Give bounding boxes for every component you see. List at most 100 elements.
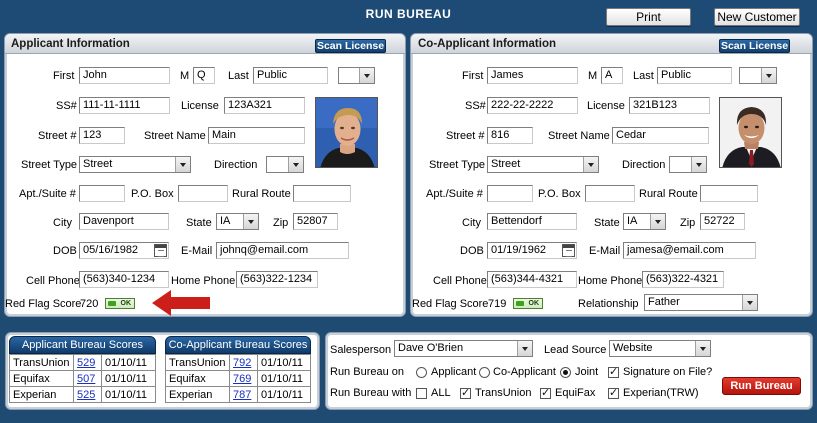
run-on-applicant-radio[interactable] [416, 367, 427, 378]
coapplicant-photo [719, 97, 782, 168]
calendar-icon[interactable] [562, 244, 575, 257]
applicant-city-input[interactable]: Davenport [79, 213, 169, 230]
first-label: First [53, 70, 75, 82]
salesperson-select[interactable]: Dave O'Brien [394, 340, 533, 357]
coapplicant-apt-input[interactable] [487, 185, 533, 202]
applicant-street-type-select[interactable]: Street [79, 156, 191, 173]
print-button[interactable]: Print [606, 8, 691, 26]
coapplicant-street-name-input[interactable]: Cedar [612, 127, 709, 144]
applicant-cell-phone-input[interactable]: (563)340-1234 [79, 271, 169, 288]
chevron-down-icon [243, 214, 258, 229]
applicant-scan-license-button[interactable]: Scan License [315, 39, 386, 53]
bureau-name: Experian [9, 386, 74, 403]
applicant-ssn-input[interactable]: 111-11-1111 [79, 97, 170, 114]
direction-label: Direction [214, 159, 258, 171]
coapplicant-po-box-input[interactable] [585, 185, 635, 202]
coapplicant-dob-input[interactable]: 01/19/1962 [487, 242, 577, 259]
salesperson-value: Dave O'Brien [398, 342, 464, 354]
salesperson-label: Salesperson [330, 344, 392, 356]
coapplicant-rural-route-input[interactable] [700, 185, 758, 202]
applicant-first-input[interactable]: John [79, 67, 170, 84]
new-customer-button[interactable]: New Customer [714, 8, 800, 26]
coapplicant-cell-phone-input[interactable]: (563)344-4321 [487, 271, 577, 288]
with-transunion-label: TransUnion [475, 387, 532, 399]
coapplicant-zip-input[interactable]: 52722 [700, 213, 745, 230]
bureau-score-link[interactable]: 529 [73, 354, 102, 371]
run-on-joint-radio[interactable] [560, 367, 571, 378]
coapplicant-street-num-input[interactable]: 816 [487, 127, 533, 144]
applicant-last-input[interactable]: Public [253, 67, 328, 84]
coapplicant-license-input[interactable]: 321B123 [629, 97, 710, 114]
table-row: TransUnion 792 01/10/11 [165, 354, 311, 371]
with-experian-checkbox[interactable] [608, 386, 619, 399]
co-street-type-label: Street Type [429, 159, 486, 171]
app-title: RUN BUREAU [365, 7, 452, 21]
lead-source-select[interactable]: Website [609, 340, 711, 357]
relationship-select[interactable]: Father [644, 294, 758, 311]
signature-checkbox[interactable] [608, 365, 619, 378]
coapplicant-first-input[interactable]: James [487, 67, 578, 84]
applicant-mi-input[interactable]: Q [193, 67, 215, 84]
applicant-red-flag-ok-badge: OK [105, 298, 135, 309]
with-transunion-checkbox[interactable] [460, 386, 471, 399]
with-all-checkbox[interactable] [416, 388, 427, 399]
applicant-email-input[interactable]: johnq@email.com [216, 242, 349, 259]
score-value[interactable]: 769 [233, 373, 251, 385]
coapplicant-mi-input[interactable]: A [601, 67, 623, 84]
applicant-red-flag-score: 720 [80, 298, 99, 310]
with-equifax-checkbox[interactable] [540, 386, 551, 399]
applicant-dob-input[interactable]: 05/16/1982 [79, 242, 169, 259]
bureau-score-link[interactable]: 769 [229, 370, 258, 387]
license-label: License [181, 100, 219, 112]
state-label: State [186, 217, 212, 229]
street-name-label: Street Name [144, 130, 206, 142]
coapplicant-state-select[interactable]: IA [623, 213, 666, 230]
zip-label: Zip [273, 217, 289, 229]
applicant-state-select[interactable]: IA [216, 213, 259, 230]
applicant-zip-input[interactable]: 52807 [293, 213, 338, 230]
chevron-down-icon [359, 68, 374, 83]
score-value[interactable]: 529 [77, 357, 95, 369]
score-value[interactable]: 507 [77, 373, 95, 385]
lead-source-value: Website [613, 342, 653, 354]
bureau-score-link[interactable]: 787 [229, 386, 258, 403]
score-value[interactable]: 525 [77, 389, 95, 401]
coapplicant-home-phone-input[interactable]: (563)322-4321 [642, 271, 724, 288]
lead-source-label: Lead Source [544, 344, 607, 356]
applicant-rural-route-input[interactable] [293, 185, 351, 202]
run-bureau-button[interactable]: Run Bureau [722, 377, 801, 395]
coapplicant-ssn-input[interactable]: 222-22-2222 [487, 97, 578, 114]
run-with-label: Run Bureau with [330, 387, 412, 399]
ssn-label: SS# [56, 100, 77, 112]
score-value[interactable]: 787 [233, 389, 251, 401]
coapplicant-suffix-select[interactable] [739, 67, 777, 84]
coapplicant-dob-value: 01/19/1962 [491, 244, 547, 256]
applicant-license-input[interactable]: 123A321 [224, 97, 305, 114]
coapplicant-last-input[interactable]: Public [657, 67, 732, 84]
po-box-label: P.O. Box [131, 188, 174, 200]
bureau-score-link[interactable]: 507 [73, 370, 102, 387]
applicant-suffix-select[interactable] [338, 67, 375, 84]
applicant-apt-input[interactable] [79, 185, 125, 202]
bureau-date: 01/10/11 [101, 354, 156, 371]
apt-label: Apt./Suite # [19, 188, 76, 200]
bureau-score-link[interactable]: 792 [229, 354, 258, 371]
applicant-home-phone-input[interactable]: (563)322-1234 [236, 271, 318, 288]
applicant-street-name-input[interactable]: Main [208, 127, 305, 144]
coapplicant-email-input[interactable]: jamesa@email.com [623, 242, 756, 259]
coapplicant-city-input[interactable]: Bettendorf [487, 213, 577, 230]
email-label: E-Mail [181, 245, 213, 257]
coapplicant-scan-license-button[interactable]: Scan License [719, 39, 790, 53]
applicant-street-num-input[interactable]: 123 [79, 127, 125, 144]
applicant-po-box-input[interactable] [178, 185, 228, 202]
score-value[interactable]: 792 [233, 357, 251, 369]
with-experian-label: Experian(TRW) [623, 387, 699, 399]
applicant-direction-select[interactable] [266, 156, 304, 173]
calendar-icon[interactable] [154, 244, 167, 257]
coapplicant-direction-select[interactable] [669, 156, 707, 173]
run-on-coapplicant-radio[interactable] [479, 367, 490, 378]
bureau-score-link[interactable]: 525 [73, 386, 102, 403]
coapplicant-street-type-select[interactable]: Street [487, 156, 599, 173]
co-ssn-label: SS# [465, 100, 486, 112]
mi-label: M [180, 70, 190, 82]
